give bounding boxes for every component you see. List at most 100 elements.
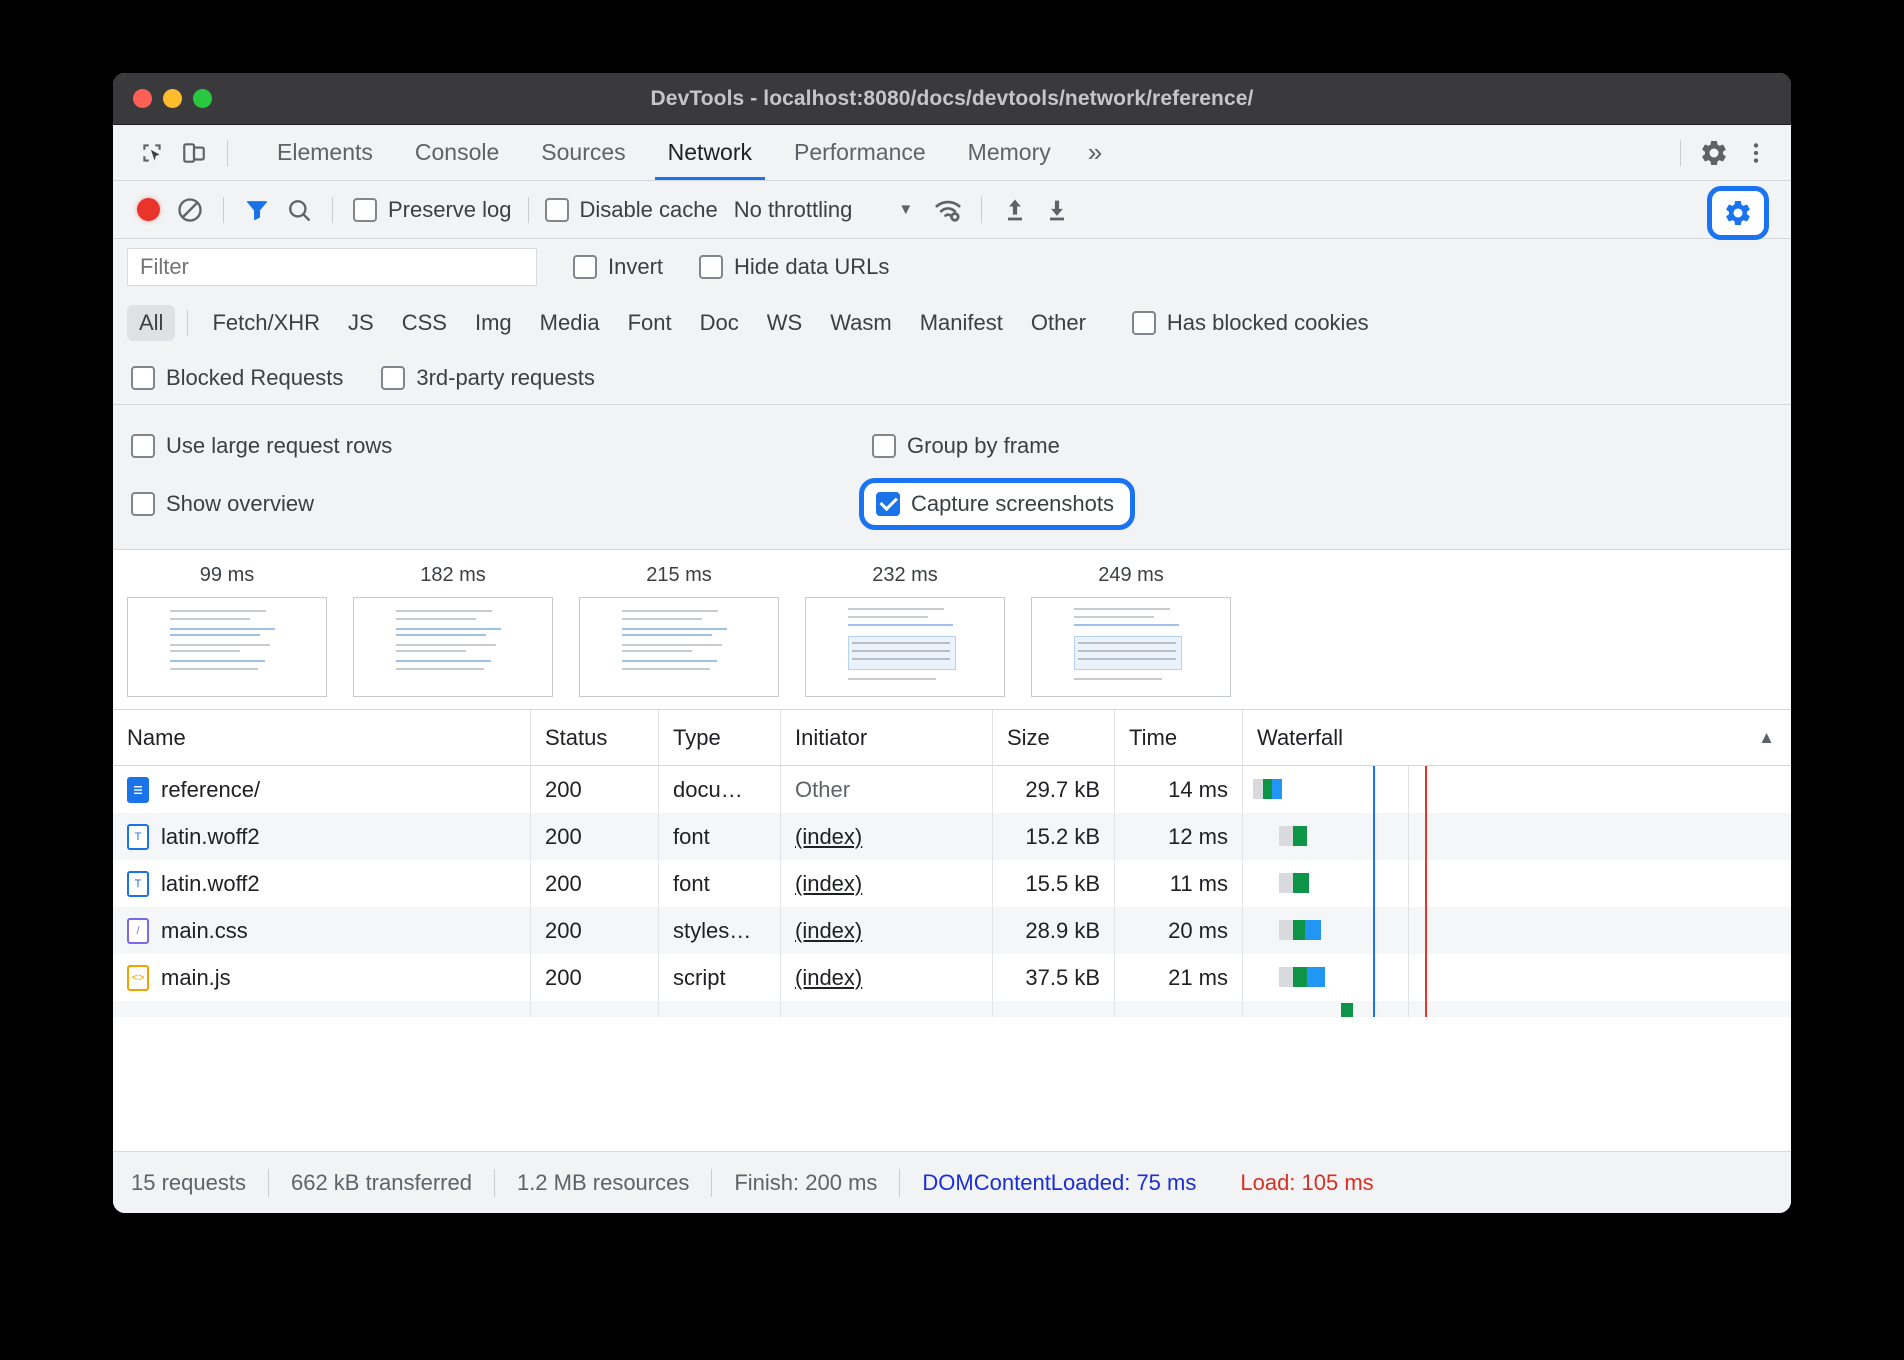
group-by-frame-checkbox[interactable]: Group by frame <box>859 433 1060 459</box>
export-har-icon[interactable] <box>1036 191 1078 229</box>
inspect-element-icon[interactable] <box>131 134 173 172</box>
column-header-size[interactable]: Size <box>993 710 1115 765</box>
column-header-time[interactable]: Time <box>1115 710 1243 765</box>
type-chip-doc[interactable]: Doc <box>688 305 751 341</box>
record-button[interactable] <box>127 191 169 229</box>
network-settings-button[interactable] <box>1707 186 1769 240</box>
table-header-row: Name Status Type Initiator Size Time Wat… <box>113 710 1791 766</box>
tab-performance[interactable]: Performance <box>773 125 947 180</box>
column-header-name[interactable]: Name <box>113 710 531 765</box>
network-status-bar: 15 requests 662 kB transferred 1.2 MB re… <box>113 1151 1791 1213</box>
initiator-link[interactable]: (index) <box>795 965 862 991</box>
tab-memory[interactable]: Memory <box>947 125 1072 180</box>
checkbox-box <box>353 198 377 222</box>
tab-elements[interactable]: Elements <box>256 125 394 180</box>
filter-input[interactable] <box>127 248 537 286</box>
invert-checkbox[interactable]: Invert <box>573 254 663 280</box>
tab-sources[interactable]: Sources <box>520 125 646 180</box>
hide-data-urls-checkbox[interactable]: Hide data URLs <box>699 254 889 280</box>
request-name: main.js <box>161 965 231 991</box>
preserve-log-checkbox[interactable]: Preserve log <box>353 197 512 223</box>
frame-thumbnail[interactable] <box>1031 597 1231 697</box>
cell-initiator <box>781 1001 993 1017</box>
type-chip-fetch-xhr[interactable]: Fetch/XHR <box>200 305 332 341</box>
cell-name: T latin.woff2 <box>113 813 531 860</box>
cell-name <box>113 1001 531 1017</box>
table-row-partial[interactable] <box>113 1001 1791 1017</box>
column-header-type[interactable]: Type <box>659 710 781 765</box>
cell-type: font <box>659 813 781 860</box>
clear-button[interactable] <box>169 191 211 229</box>
initiator-value: Other <box>795 777 850 803</box>
sort-ascending-icon[interactable]: ▲ <box>1758 728 1775 748</box>
type-chip-manifest[interactable]: Manifest <box>908 305 1015 341</box>
network-conditions-icon[interactable] <box>927 191 969 229</box>
frame-thumbnail[interactable] <box>353 597 553 697</box>
third-party-requests-checkbox[interactable]: 3rd-party requests <box>381 365 595 391</box>
type-chip-font[interactable]: Font <box>616 305 684 341</box>
filmstrip-frame: 249 ms <box>1031 564 1231 697</box>
cell-initiator[interactable]: (index) <box>781 954 993 1001</box>
frame-thumbnail[interactable] <box>127 597 327 697</box>
has-blocked-cookies-checkbox[interactable]: Has blocked cookies <box>1132 310 1369 336</box>
search-icon[interactable] <box>278 191 320 229</box>
column-header-waterfall[interactable]: Waterfall ▲ <box>1243 710 1791 765</box>
preserve-log-label: Preserve log <box>388 197 512 223</box>
cell-waterfall <box>1243 954 1791 1001</box>
disable-cache-label: Disable cache <box>580 197 718 223</box>
import-har-icon[interactable] <box>994 191 1036 229</box>
initiator-link[interactable]: (index) <box>795 871 862 897</box>
device-toolbar-icon[interactable] <box>173 134 215 172</box>
show-overview-checkbox[interactable]: Show overview <box>131 491 853 517</box>
capture-screenshots-label: Capture screenshots <box>911 491 1114 517</box>
cell-initiator[interactable]: (index) <box>781 907 993 954</box>
column-header-status[interactable]: Status <box>531 710 659 765</box>
cell-type: font <box>659 860 781 907</box>
frame-thumbnail[interactable] <box>805 597 1005 697</box>
table-row[interactable]: / main.css 200 styles… (index) 28.9 kB 2… <box>113 907 1791 954</box>
cell-size: 29.7 kB <box>993 766 1115 813</box>
tab-console[interactable]: Console <box>394 125 520 180</box>
frame-timestamp: 249 ms <box>1031 564 1231 587</box>
checkbox-box <box>573 255 597 279</box>
kebab-menu-icon[interactable] <box>1735 134 1777 172</box>
type-chip-media[interactable]: Media <box>528 305 612 341</box>
cell-waterfall <box>1243 766 1791 813</box>
type-chip-wasm[interactable]: Wasm <box>818 305 904 341</box>
cell-status: 200 <box>531 860 659 907</box>
type-chip-img[interactable]: Img <box>463 305 524 341</box>
type-chip-other[interactable]: Other <box>1019 305 1098 341</box>
chip-divider <box>187 310 188 336</box>
disable-cache-checkbox[interactable]: Disable cache <box>545 197 718 223</box>
initiator-link[interactable]: (index) <box>795 824 862 850</box>
table-row[interactable]: reference/ 200 docu… Other 29.7 kB 14 ms <box>113 766 1791 813</box>
type-chip-all[interactable]: All <box>127 305 175 341</box>
request-name: latin.woff2 <box>161 871 260 897</box>
initiator-link[interactable]: (index) <box>795 918 862 944</box>
table-row[interactable]: <> main.js 200 script (index) 37.5 kB 21… <box>113 954 1791 1001</box>
filmstrip-frame: 99 ms <box>127 564 327 697</box>
table-row[interactable]: T latin.woff2 200 font (index) 15.2 kB 1… <box>113 813 1791 860</box>
tab-network[interactable]: Network <box>647 125 773 180</box>
throttling-select[interactable]: No throttling ▼ <box>734 197 913 223</box>
type-chip-ws[interactable]: WS <box>755 305 814 341</box>
type-chip-js[interactable]: JS <box>336 305 386 341</box>
toolbar-divider <box>332 197 333 223</box>
filter-row: Invert Hide data URLs <box>113 239 1791 295</box>
filter-funnel-icon[interactable] <box>236 191 278 229</box>
filmstrip-frame: 232 ms <box>805 564 1005 697</box>
blocked-requests-checkbox[interactable]: Blocked Requests <box>131 365 343 391</box>
column-header-initiator[interactable]: Initiator <box>781 710 993 765</box>
cell-initiator[interactable]: (index) <box>781 860 993 907</box>
gear-icon[interactable] <box>1693 134 1735 172</box>
more-tabs-icon[interactable]: » <box>1072 137 1118 168</box>
frame-thumbnail[interactable] <box>579 597 779 697</box>
type-chip-css[interactable]: CSS <box>390 305 459 341</box>
capture-screenshots-checkbox[interactable]: Capture screenshots <box>876 491 1114 517</box>
cell-initiator[interactable]: (index) <box>781 813 993 860</box>
table-row[interactable]: T latin.woff2 200 font (index) 15.5 kB 1… <box>113 860 1791 907</box>
use-large-request-rows-checkbox[interactable]: Use large request rows <box>131 433 853 459</box>
cell-time: 20 ms <box>1115 907 1243 954</box>
font-icon: T <box>127 824 149 850</box>
status-domcontentloaded: DOMContentLoaded: 75 ms <box>900 1170 1218 1196</box>
